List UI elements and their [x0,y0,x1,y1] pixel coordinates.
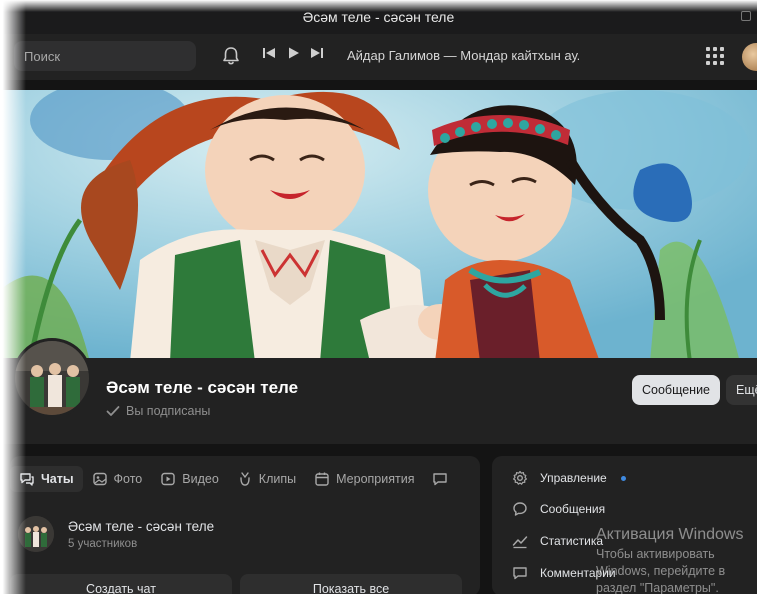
video-icon [161,472,175,486]
tab-more[interactable] [423,466,457,492]
window-control-icon[interactable] [741,11,751,21]
group-name: Әсәм теле - сәсән теле [106,378,299,397]
message-icon [513,502,527,516]
comment-icon [513,567,527,580]
cover-image [0,90,757,362]
tab-clips[interactable]: Клипы [228,466,305,492]
menu-item-messages-label: Сообщения [540,502,606,516]
title-bar: Әсәм теле - сәсән теле [0,0,757,34]
tab-chats[interactable]: Чаты [10,466,83,492]
clips-icon [240,472,250,486]
play-icon[interactable] [286,46,300,60]
chat-name: Әсәм теле - сәсән теле [68,518,215,534]
windows-activation-watermark: Активация Windows Чтобы активировать Win… [596,526,757,594]
next-track-icon[interactable] [310,46,324,60]
menu-item-statistics-label: Статистика [540,534,604,548]
tab-video-label: Видео [182,472,219,486]
user-avatar[interactable] [742,43,757,71]
menu-item-management-label: Управление [540,471,607,485]
calendar-icon [315,472,329,486]
menu-item-statistics[interactable]: Статистика [512,533,603,549]
search-input[interactable]: Поиск [14,41,196,71]
top-navigation: Поиск Айдар Галимов — Мондар кайтхын ау.… [0,34,757,80]
chat-icon [20,473,34,486]
comment-icon [433,473,448,486]
notifications-bell-icon[interactable] [220,45,242,67]
settings-icon [513,470,527,485]
tab-photo[interactable]: Фото [83,466,152,492]
tab-events-label: Мероприятия [336,472,415,486]
section-tabs: Чаты Фото Видео Клипы Мероприятия [10,466,457,492]
group-avatar[interactable] [12,338,92,418]
photo-icon [92,472,107,486]
show-all-button[interactable]: Показать все [240,574,462,594]
tab-clips-label: Клипы [258,472,297,486]
chat-list-item[interactable]: Әсәм теле - сәсән теле 5 участников [18,516,214,552]
message-button[interactable]: Сообщение [632,375,720,405]
now-playing-track[interactable]: Айдар Галимов — Мондар кайтхын ау... [347,48,579,63]
chat-avatar [18,516,54,552]
activation-body: Чтобы активировать Windows, перейдите в … [596,547,726,594]
more-button[interactable]: Ещё [726,375,757,405]
chat-member-count: 5 участников [68,537,138,550]
cover-illustration [0,90,757,362]
tab-photo-label: Фото [113,472,143,486]
activation-title: Активация Windows [596,526,744,543]
tab-events[interactable]: Мероприятия [305,466,423,492]
app-window: Әсәм теле - сәсән теле Поиск Айдар Галим… [0,0,757,594]
search-placeholder: Поиск [24,48,61,64]
menu-item-management[interactable]: Управление [512,470,626,486]
create-chat-button[interactable]: Создать чат [10,574,232,594]
subscription-status-label: Вы подписаны [126,404,211,418]
stats-icon [512,536,528,549]
window-title: Әсәм теле - сәсән теле [302,9,455,25]
chats-panel: Чаты Фото Видео Клипы Мероприятия Әсәм т… [10,456,480,594]
tab-video[interactable]: Видео [151,466,228,492]
subscription-status[interactable]: Вы подписаны [106,404,210,418]
previous-track-icon[interactable] [262,46,276,60]
notification-dot [620,475,626,481]
audio-player-controls [262,46,324,60]
tab-chats-label: Чаты [41,472,74,486]
checkmark-icon [106,406,120,416]
apps-grid-icon[interactable] [706,47,724,65]
menu-item-messages[interactable]: Сообщения [512,501,605,517]
